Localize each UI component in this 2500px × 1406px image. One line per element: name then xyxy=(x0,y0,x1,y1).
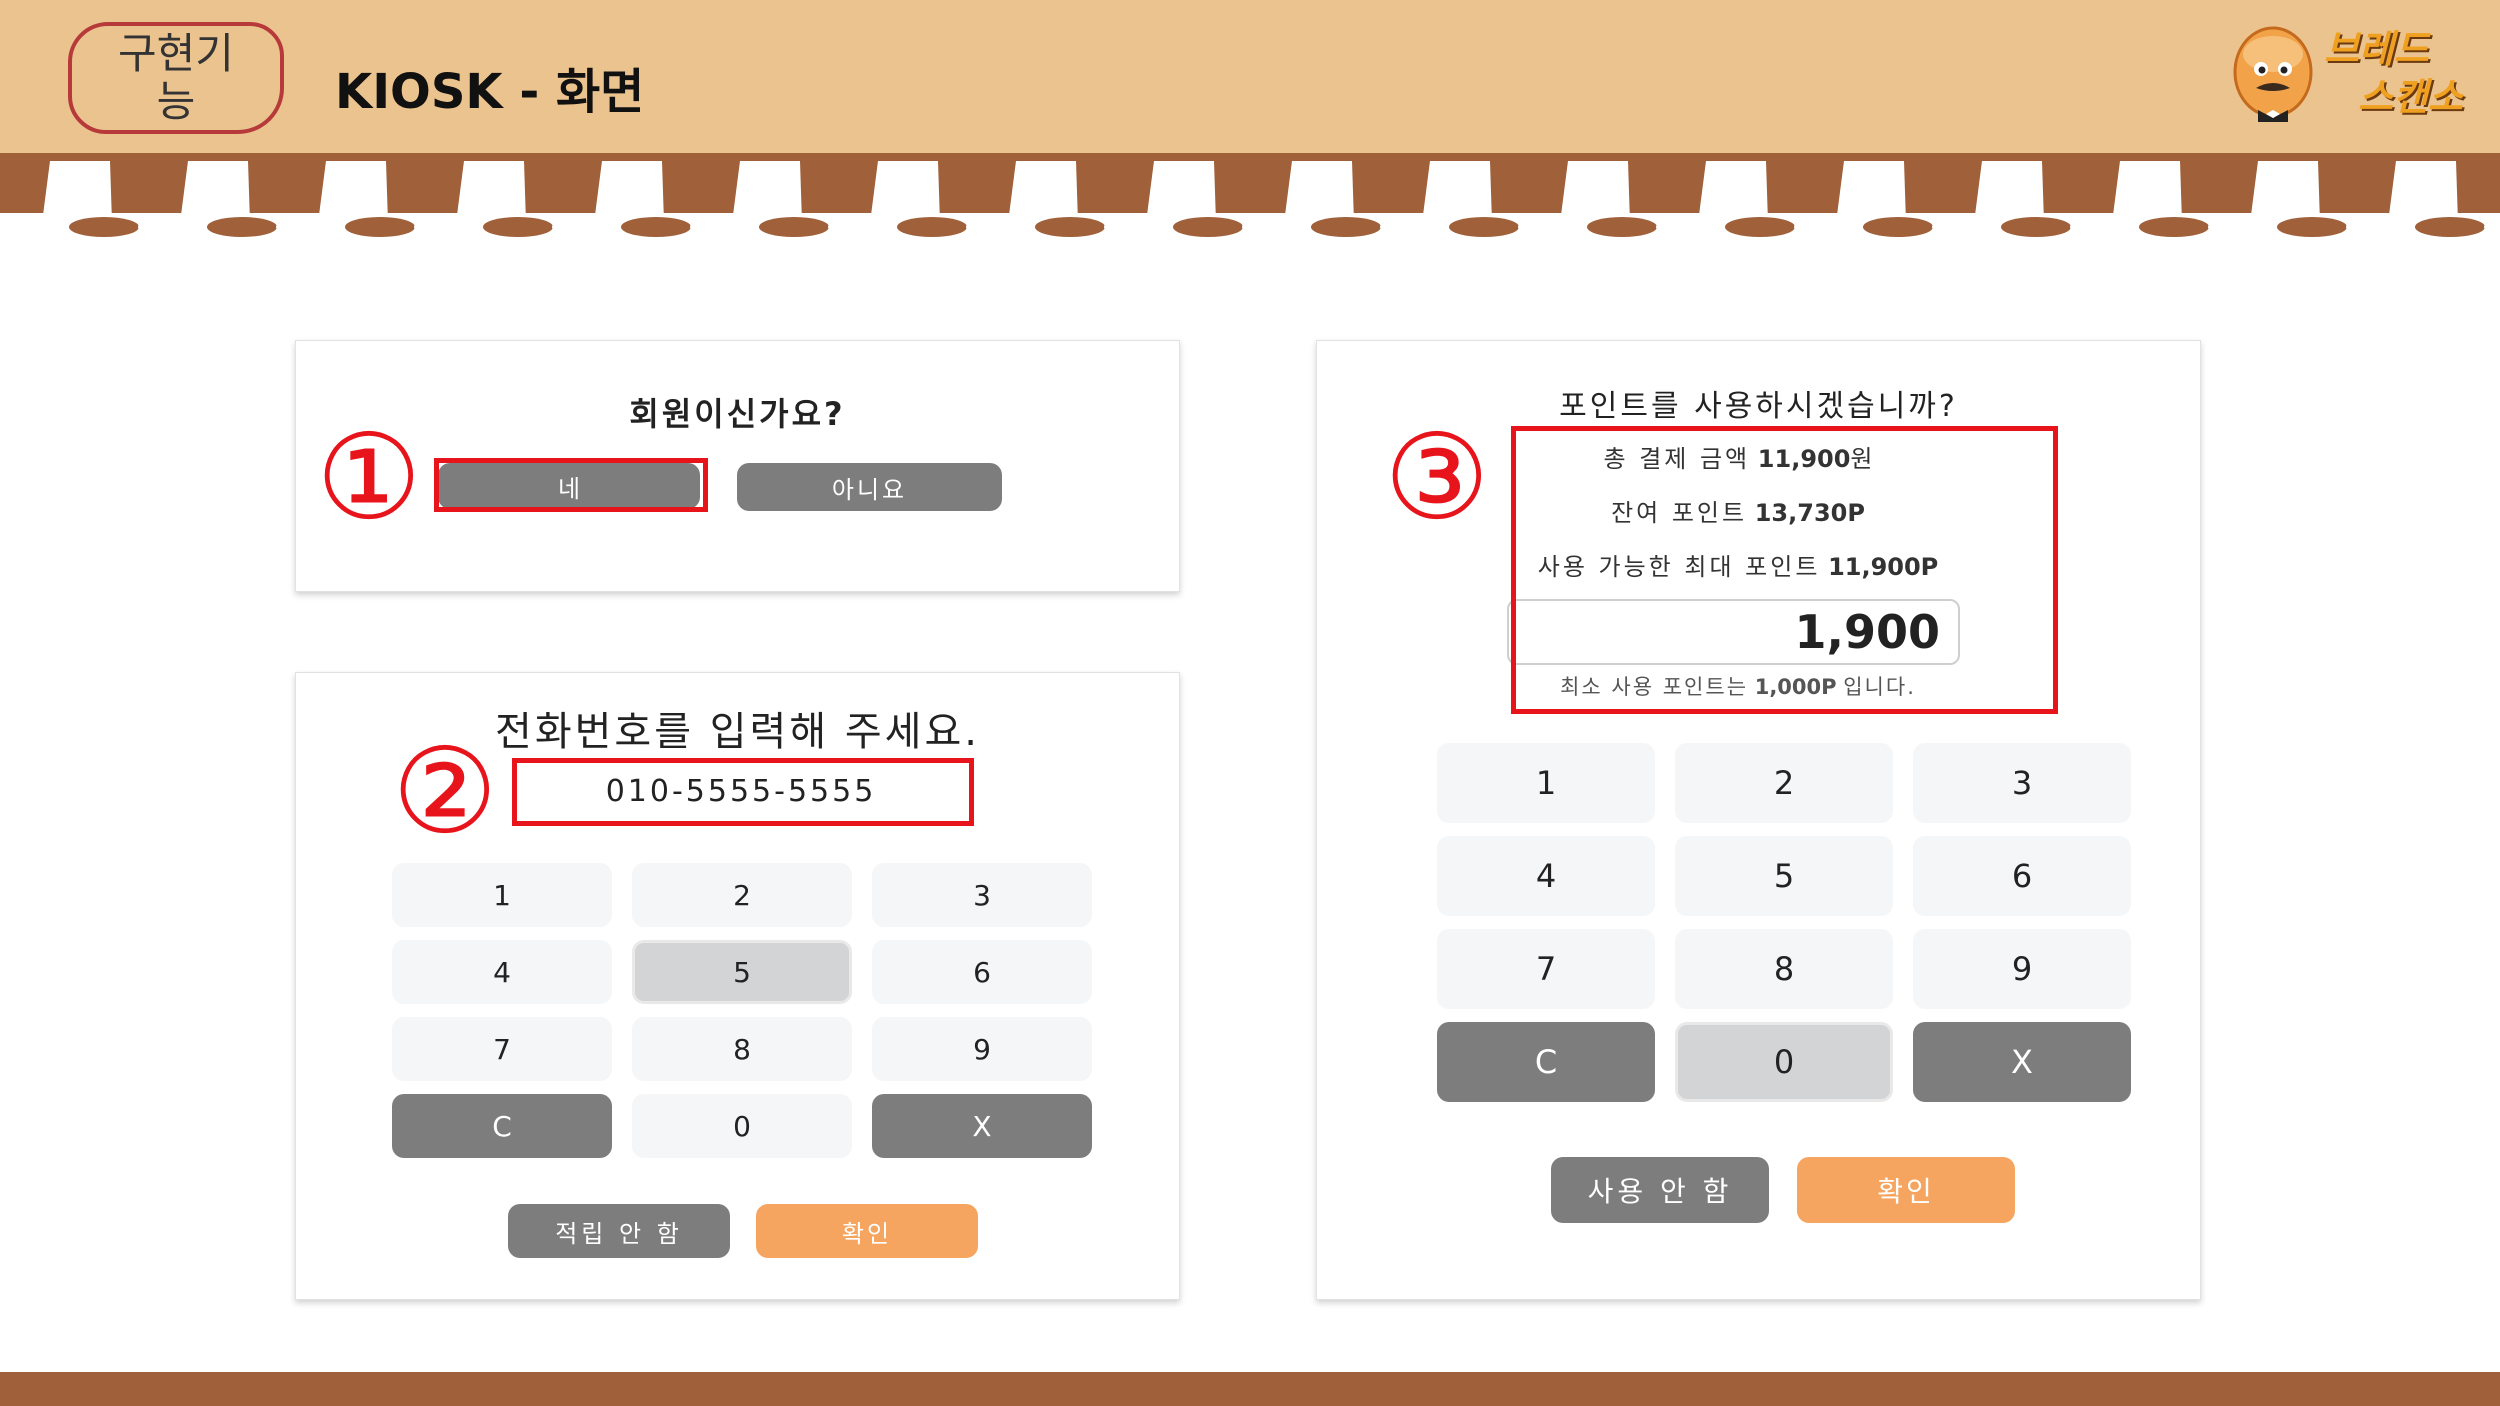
member-panel: 회원이신가요? 네 아니요 xyxy=(295,340,1180,592)
points-key-label: 8 xyxy=(1773,950,1795,988)
brand-name-line2: 스캔소 xyxy=(2358,75,2463,119)
phone-key-6[interactable]: 6 xyxy=(872,940,1092,1004)
points-key-label: 9 xyxy=(2011,950,2033,988)
phone-key-delete[interactable]: X xyxy=(872,1094,1092,1158)
skip-usage-label: 사용 안 함 xyxy=(1587,1175,1733,1208)
phone-key-4[interactable]: 4 xyxy=(392,940,612,1004)
brand-logo: 브레드 스캔소 xyxy=(2228,14,2478,124)
tag-label-line2: 능 xyxy=(156,77,196,126)
points-key-label: 2 xyxy=(1773,764,1795,802)
skip-usage-button[interactable]: 사용 안 함 xyxy=(1551,1157,1769,1223)
points-key-1[interactable]: 1 xyxy=(1437,743,1655,823)
awning-stripes xyxy=(0,153,2500,237)
points-key-label: 7 xyxy=(1535,950,1557,988)
phone-key-label: 6 xyxy=(973,955,991,989)
phone-key-label: 5 xyxy=(733,955,751,989)
brand-name-line1: 브레드 xyxy=(2324,27,2429,71)
points-key-label: 5 xyxy=(1773,857,1795,895)
phone-key-2[interactable]: 2 xyxy=(632,863,852,927)
points-key-3[interactable]: 3 xyxy=(1913,743,2131,823)
no-button[interactable]: 아니요 xyxy=(737,463,1002,511)
points-key-label: 3 xyxy=(2011,764,2033,802)
header-bar: 구현기 능 KIOSK - 화면 브레드 스캔소 xyxy=(0,0,2500,153)
skip-points-label: 적립 안 함 xyxy=(555,1219,683,1248)
phone-key-label: 1 xyxy=(493,878,511,912)
phone-key-7[interactable]: 7 xyxy=(392,1017,612,1081)
highlight-box-3 xyxy=(1511,426,2058,714)
points-key-5[interactable]: 5 xyxy=(1675,836,1893,916)
phone-key-label: 0 xyxy=(733,1109,751,1143)
points-key-label: 6 xyxy=(2011,857,2033,895)
points-key-label: C xyxy=(1534,1043,1558,1081)
marker-1: ① xyxy=(316,408,422,546)
phone-key-label: C xyxy=(492,1109,512,1143)
marker-2: ② xyxy=(392,722,498,860)
phone-key-label: 2 xyxy=(733,878,751,912)
phone-key-label: X xyxy=(972,1109,992,1143)
points-key-clear[interactable]: C xyxy=(1437,1022,1655,1102)
phone-key-5[interactable]: 5 xyxy=(632,940,852,1004)
points-key-7[interactable]: 7 xyxy=(1437,929,1655,1009)
phone-confirm-label: 확인 xyxy=(841,1219,893,1248)
points-key-2[interactable]: 2 xyxy=(1675,743,1893,823)
phone-key-0[interactable]: 0 xyxy=(632,1094,852,1158)
implemented-feature-tag: 구현기 능 xyxy=(68,22,284,134)
phone-key-9[interactable]: 9 xyxy=(872,1017,1092,1081)
phone-key-label: 4 xyxy=(493,955,511,989)
points-key-label: 1 xyxy=(1535,764,1557,802)
phone-key-8[interactable]: 8 xyxy=(632,1017,852,1081)
phone-key-clear[interactable]: C xyxy=(392,1094,612,1158)
points-key-9[interactable]: 9 xyxy=(1913,929,2131,1009)
points-confirm-label: 확인 xyxy=(1877,1175,1935,1208)
points-key-label: X xyxy=(2011,1043,2033,1081)
phone-key-3[interactable]: 3 xyxy=(872,863,1092,927)
points-confirm-button[interactable]: 확인 xyxy=(1797,1157,2015,1223)
points-key-label: 0 xyxy=(1773,1043,1795,1081)
points-key-label: 4 xyxy=(1535,857,1557,895)
points-key-4[interactable]: 4 xyxy=(1437,836,1655,916)
member-question: 회원이신가요? xyxy=(629,395,846,433)
tag-label-line1: 구현기 xyxy=(118,29,234,78)
phone-key-label: 8 xyxy=(733,1032,751,1066)
phone-key-label: 7 xyxy=(493,1032,511,1066)
phone-key-label: 3 xyxy=(973,878,991,912)
skip-points-button[interactable]: 적립 안 함 xyxy=(508,1204,730,1258)
highlight-box-2 xyxy=(512,758,974,826)
phone-key-label: 9 xyxy=(973,1032,991,1066)
phone-confirm-button[interactable]: 확인 xyxy=(756,1204,978,1258)
marker-3: ③ xyxy=(1384,408,1490,546)
no-button-label: 아니요 xyxy=(831,475,908,504)
points-key-0[interactable]: 0 xyxy=(1675,1022,1893,1102)
points-key-8[interactable]: 8 xyxy=(1675,929,1893,1009)
page-title: KIOSK - 화면 xyxy=(335,64,645,120)
highlight-box-1 xyxy=(434,458,708,512)
points-key-6[interactable]: 6 xyxy=(1913,836,2131,916)
bottom-bar xyxy=(0,1372,2500,1406)
points-key-delete[interactable]: X xyxy=(1913,1022,2131,1102)
phone-key-1[interactable]: 1 xyxy=(392,863,612,927)
